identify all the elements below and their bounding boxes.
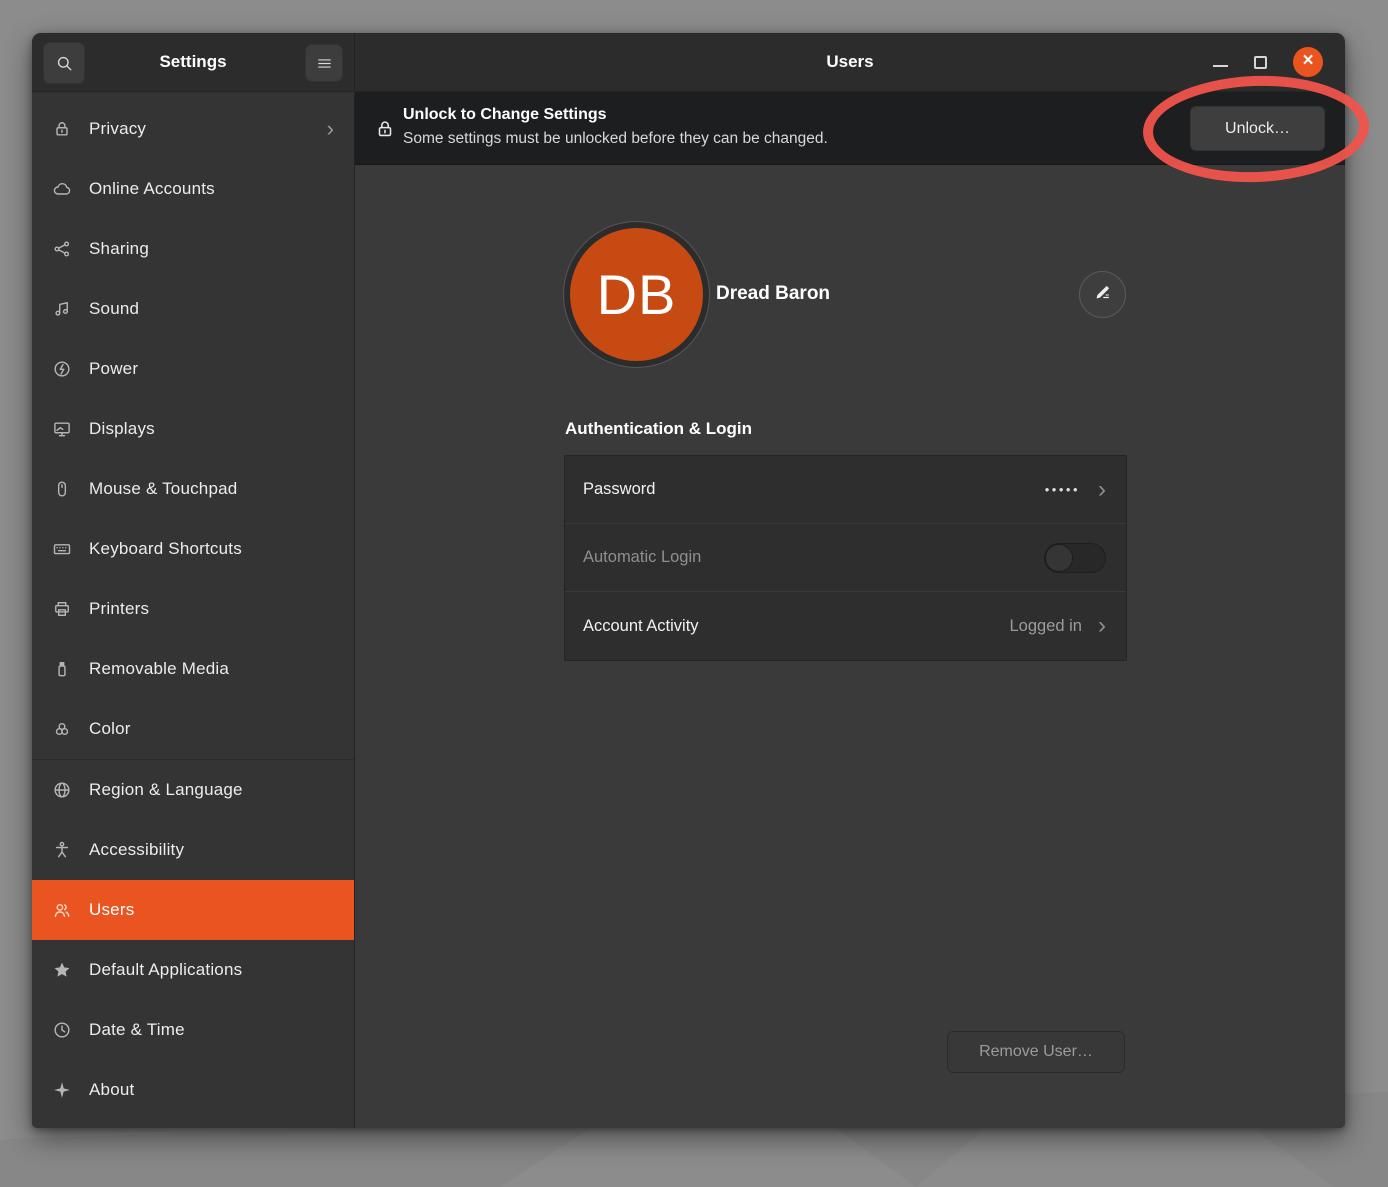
sidebar-item-printers[interactable]: Printers bbox=[32, 579, 354, 639]
sidebar-item-keyboard-shortcuts[interactable]: Keyboard Shortcuts bbox=[32, 519, 354, 579]
sidebar-item-label: Region & Language bbox=[89, 780, 334, 800]
sidebar-item-label: About bbox=[89, 1080, 334, 1100]
main-panel: Unlock to Change Settings Some settings … bbox=[355, 92, 1345, 1128]
search-button[interactable] bbox=[43, 42, 85, 84]
settings-window: Settings Users × Privacy›Online Accounts… bbox=[32, 33, 1345, 1128]
keyboard-icon bbox=[52, 539, 72, 559]
sidebar-item-label: Online Accounts bbox=[89, 179, 334, 199]
sidebar-item-default-applications[interactable]: Default Applications bbox=[32, 940, 354, 1000]
hamburger-menu-icon bbox=[316, 55, 333, 72]
user-block: DB Dread Baron bbox=[564, 222, 1344, 367]
account-activity-label: Account Activity bbox=[583, 617, 1010, 636]
sidebar-item-label: Default Applications bbox=[89, 960, 334, 980]
sidebar-item-label: Privacy bbox=[89, 119, 327, 139]
password-value: ••••• bbox=[1045, 482, 1080, 497]
chevron-right-icon: › bbox=[1098, 478, 1106, 502]
sparkle-icon bbox=[52, 1080, 72, 1100]
sidebar-item-label: Keyboard Shortcuts bbox=[89, 539, 334, 559]
sidebar-item-label: Removable Media bbox=[89, 659, 334, 679]
sidebar-item-label: Displays bbox=[89, 419, 334, 439]
sidebar-item-date-time[interactable]: Date & Time bbox=[32, 1000, 354, 1060]
sidebar-item-region-language[interactable]: Region & Language bbox=[32, 760, 354, 820]
remove-user-button[interactable]: Remove User… bbox=[947, 1031, 1125, 1073]
page-title: Users bbox=[826, 52, 873, 72]
section-title: Authentication & Login bbox=[565, 419, 752, 439]
primary-menu-button[interactable] bbox=[305, 44, 343, 82]
user-name: Dread Baron bbox=[716, 283, 830, 305]
star-icon bbox=[52, 960, 72, 980]
sidebar-item-privacy[interactable]: Privacy› bbox=[32, 99, 354, 159]
sidebar-item-color[interactable]: Color bbox=[32, 699, 354, 759]
sidebar-item-label: Printers bbox=[89, 599, 334, 619]
sidebar-title: Settings bbox=[159, 52, 226, 72]
sidebar-item-displays[interactable]: Displays bbox=[32, 399, 354, 459]
sidebar-item-removable-media[interactable]: Removable Media bbox=[32, 639, 354, 699]
chevron-right-icon: › bbox=[1098, 614, 1106, 638]
clock-icon bbox=[52, 1020, 72, 1040]
share-icon bbox=[52, 239, 72, 259]
automatic-login-toggle[interactable] bbox=[1044, 543, 1106, 573]
sidebar-item-label: Color bbox=[89, 719, 334, 739]
usb-icon bbox=[52, 659, 72, 679]
sidebar-item-online-accounts[interactable]: Online Accounts bbox=[32, 159, 354, 219]
sidebar-item-about[interactable]: About bbox=[32, 1060, 354, 1120]
unlock-banner: Unlock to Change Settings Some settings … bbox=[355, 92, 1345, 165]
sidebar: Privacy› Online Accounts Sharing Sound Power… bbox=[32, 92, 355, 1128]
sidebar-item-mouse-touchpad[interactable]: Mouse & Touchpad bbox=[32, 459, 354, 519]
avatar[interactable]: DB bbox=[564, 222, 709, 367]
search-icon bbox=[55, 54, 74, 73]
sidebar-item-users[interactable]: Users bbox=[32, 880, 354, 940]
sidebar-item-sharing[interactable]: Sharing bbox=[32, 219, 354, 279]
sound-icon bbox=[52, 299, 72, 319]
pencil-icon bbox=[1093, 283, 1112, 307]
unlock-button[interactable]: Unlock… bbox=[1190, 106, 1325, 151]
edit-user-button[interactable] bbox=[1079, 271, 1126, 318]
sidebar-item-label: Power bbox=[89, 359, 334, 379]
main-header: Users × bbox=[355, 33, 1345, 92]
toggle-knob bbox=[1045, 544, 1073, 572]
lock-icon bbox=[52, 119, 72, 139]
sidebar-item-accessibility[interactable]: Accessibility bbox=[32, 820, 354, 880]
unlock-banner-title: Unlock to Change Settings bbox=[403, 103, 828, 127]
account-activity-value: Logged in bbox=[1010, 617, 1083, 636]
automatic-login-row: Automatic Login bbox=[565, 524, 1126, 592]
automatic-login-label: Automatic Login bbox=[583, 548, 1044, 567]
account-activity-row[interactable]: Account Activity Logged in › bbox=[565, 592, 1126, 660]
sidebar-item-label: Mouse & Touchpad bbox=[89, 479, 334, 499]
globe-icon bbox=[52, 780, 72, 800]
window-controls: × bbox=[1213, 33, 1323, 91]
sidebar-item-label: Sharing bbox=[89, 239, 334, 259]
users-content: DB Dread Baron Authentication & Login Pa… bbox=[355, 165, 1345, 1128]
users-icon bbox=[52, 900, 72, 920]
password-row[interactable]: Password ••••• › bbox=[565, 456, 1126, 524]
auth-login-card: Password ••••• › Automatic Login Account… bbox=[564, 455, 1127, 661]
sidebar-header: Settings bbox=[32, 33, 355, 92]
password-label: Password bbox=[583, 480, 1045, 499]
power-icon bbox=[52, 359, 72, 379]
minimize-button[interactable] bbox=[1213, 65, 1228, 67]
accessibility-icon bbox=[52, 840, 72, 860]
printer-icon bbox=[52, 599, 72, 619]
lock-icon bbox=[374, 117, 396, 141]
mouse-icon bbox=[52, 479, 72, 499]
unlock-banner-subtitle: Some settings must be unlocked before th… bbox=[403, 127, 828, 150]
unlock-banner-text: Unlock to Change Settings Some settings … bbox=[403, 103, 828, 150]
display-icon bbox=[52, 419, 72, 439]
sidebar-item-power[interactable]: Power bbox=[32, 339, 354, 399]
color-icon bbox=[52, 719, 72, 739]
close-button[interactable]: × bbox=[1293, 47, 1323, 77]
sidebar-item-label: Users bbox=[89, 900, 334, 920]
sidebar-item-label: Sound bbox=[89, 299, 334, 319]
chevron-right-icon: › bbox=[327, 118, 334, 140]
sidebar-item-label: Accessibility bbox=[89, 840, 334, 860]
maximize-button[interactable] bbox=[1254, 56, 1267, 69]
sidebar-item-sound[interactable]: Sound bbox=[32, 279, 354, 339]
titlebar: Settings Users × bbox=[32, 33, 1345, 92]
sidebar-item-label: Date & Time bbox=[89, 1020, 334, 1040]
cloud-icon bbox=[52, 179, 72, 199]
